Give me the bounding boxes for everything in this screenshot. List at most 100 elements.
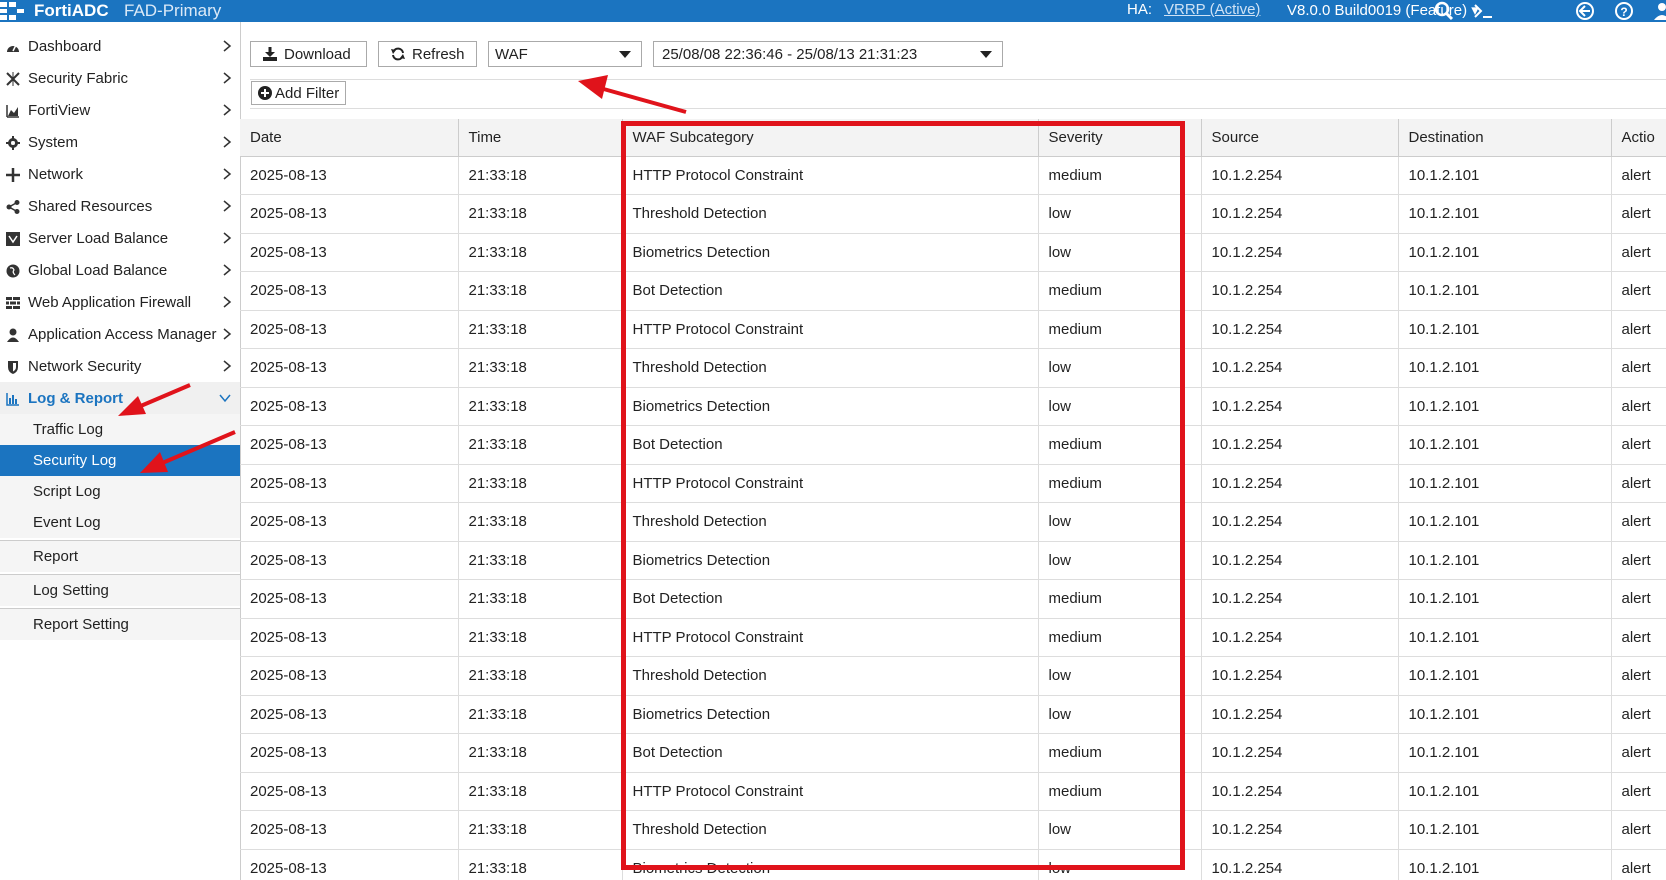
time-range-select[interactable]: 25/08/08 22:36:46 - 25/08/13 21:31:23 xyxy=(653,41,1003,67)
user-icon[interactable] xyxy=(1652,1,1666,21)
action-cell: alert xyxy=(1611,233,1666,272)
sidebar-item-fortiview[interactable]: FortiView xyxy=(0,94,240,126)
table-row[interactable]: 2025-08-13 21:33:18 Biometrics Detection lo… xyxy=(240,541,1666,580)
severity-cell: low xyxy=(1038,695,1202,734)
destination-cell: 10.1.2.101 xyxy=(1398,579,1612,619)
sidebar-item-web-application-firewall[interactable]: Web Application Firewall xyxy=(0,286,240,318)
date-cell: 2025-08-13 xyxy=(240,502,459,542)
sidebar-subitem-report-setting[interactable]: Report Setting xyxy=(0,608,240,640)
table-row[interactable]: 2025-08-13 21:33:18 Threshold Detection low… xyxy=(240,810,1666,850)
action-cell: alert xyxy=(1611,579,1666,619)
sidebar-item-global-load-balance[interactable]: Global Load Balance xyxy=(0,254,240,286)
table-row[interactable]: 2025-08-13 21:33:18 Threshold Detection low… xyxy=(240,656,1666,696)
table-row[interactable]: 2025-08-13 21:33:18 Biometrics Detection lo… xyxy=(240,387,1666,426)
sidebar-item-label: Dashboard xyxy=(28,38,102,55)
column-header-waf-subcategory[interactable]: WAF Subcategory xyxy=(622,119,1039,157)
sidebar-subitem-script-log[interactable]: Script Log xyxy=(0,476,240,507)
column-header-severity[interactable]: Severity xyxy=(1038,119,1202,157)
sidebar-item-application-access-manager[interactable]: Application Access Manager xyxy=(0,318,240,350)
sidebar-item-server-load-balance[interactable]: Server Load Balance xyxy=(0,222,240,254)
cli-console-icon[interactable] xyxy=(1473,1,1493,21)
column-header-action[interactable]: Actio xyxy=(1611,119,1666,157)
table-row[interactable]: 2025-08-13 21:33:18 Bot Detection medium 10.… xyxy=(240,733,1666,773)
security-log-table: Date Time WAF Subcategory Severity Sourc… xyxy=(240,119,1666,880)
sidebar-subitem-report[interactable]: Report xyxy=(0,540,240,572)
waf-subcategory-cell: HTTP Protocol Constraint xyxy=(622,464,1039,503)
destination-cell: 10.1.2.101 xyxy=(1398,194,1612,234)
sidebar-subitem-traffic-log[interactable]: Traffic Log xyxy=(0,414,240,445)
table-row[interactable]: 2025-08-13 21:33:18 Biometrics Detection lo… xyxy=(240,695,1666,734)
time-cell: 21:33:18 xyxy=(458,849,623,880)
severity-cell: low xyxy=(1038,656,1202,696)
column-header-date[interactable]: Date xyxy=(240,119,459,157)
ha-status-link[interactable]: VRRP (Active) xyxy=(1164,1,1260,18)
date-cell: 2025-08-13 xyxy=(240,810,459,850)
severity-cell: medium xyxy=(1038,618,1202,657)
log-type-select[interactable]: WAF xyxy=(488,41,642,67)
sidebar-item-network[interactable]: Network xyxy=(0,158,240,190)
help-icon[interactable]: ? xyxy=(1614,1,1634,21)
fortinet-logo-icon xyxy=(0,2,24,20)
column-header-time[interactable]: Time xyxy=(458,119,623,157)
table-row[interactable]: 2025-08-13 21:33:18 HTTP Protocol Constrai… xyxy=(240,310,1666,349)
time-cell: 21:33:18 xyxy=(458,271,623,311)
table-row[interactable]: 2025-08-13 21:33:18 HTTP Protocol Constrai… xyxy=(240,156,1666,195)
table-row[interactable]: 2025-08-13 21:33:18 Biometrics Detection lo… xyxy=(240,233,1666,272)
sidebar-subitem-security-log[interactable]: Security Log xyxy=(0,445,240,476)
back-icon[interactable] xyxy=(1575,1,1595,21)
chevron-right-icon xyxy=(223,136,232,148)
fortiview-icon xyxy=(6,105,19,118)
destination-cell: 10.1.2.101 xyxy=(1398,656,1612,696)
add-filter-button[interactable]: Add Filter xyxy=(251,81,346,105)
server-lb-icon xyxy=(6,232,20,246)
waf-subcategory-cell: Bot Detection xyxy=(622,579,1039,619)
caret-down-icon xyxy=(980,51,992,58)
chevron-right-icon xyxy=(223,232,232,244)
action-cell: alert xyxy=(1611,464,1666,503)
date-cell: 2025-08-13 xyxy=(240,233,459,272)
column-header-source[interactable]: Source xyxy=(1201,119,1399,157)
table-row[interactable]: 2025-08-13 21:33:18 HTTP Protocol Constrai… xyxy=(240,618,1666,657)
time-cell: 21:33:18 xyxy=(458,618,623,657)
sidebar-item-log-report[interactable]: Log & Report xyxy=(0,382,240,414)
refresh-label: Refresh xyxy=(412,46,465,63)
sidebar-item-shared-resources[interactable]: Shared Resources xyxy=(0,190,240,222)
table-row[interactable]: 2025-08-13 21:33:18 Bot Detection medium 10.… xyxy=(240,579,1666,619)
sidebar-item-system[interactable]: System xyxy=(0,126,240,158)
download-icon xyxy=(263,47,277,61)
source-cell: 10.1.2.254 xyxy=(1201,156,1399,195)
table-row[interactable]: 2025-08-13 21:33:18 Biometrics Detection lo… xyxy=(240,849,1666,880)
severity-cell: medium xyxy=(1038,156,1202,195)
date-cell: 2025-08-13 xyxy=(240,387,459,426)
table-row[interactable]: 2025-08-13 21:33:18 Bot Detection medium 10.… xyxy=(240,271,1666,311)
source-cell: 10.1.2.254 xyxy=(1201,656,1399,696)
destination-cell: 10.1.2.101 xyxy=(1398,310,1612,349)
column-header-destination[interactable]: Destination xyxy=(1398,119,1612,157)
table-row[interactable]: 2025-08-13 21:33:18 Threshold Detection low… xyxy=(240,348,1666,388)
gear-icon xyxy=(6,136,20,150)
sidebar-item-security-fabric[interactable]: Security Fabric xyxy=(0,62,240,94)
waf-subcategory-cell: Biometrics Detection xyxy=(622,541,1039,580)
download-button[interactable]: Download xyxy=(250,41,367,67)
source-cell: 10.1.2.254 xyxy=(1201,425,1399,465)
source-cell: 10.1.2.254 xyxy=(1201,541,1399,580)
search-icon[interactable] xyxy=(1434,1,1454,21)
sidebar-subitem-event-log[interactable]: Event Log xyxy=(0,507,240,538)
time-cell: 21:33:18 xyxy=(458,310,623,349)
sidebar-subitem-log-setting[interactable]: Log Setting xyxy=(0,574,240,606)
sidebar-item-network-security[interactable]: Network Security xyxy=(0,350,240,382)
table-row[interactable]: 2025-08-13 21:33:18 Threshold Detection low… xyxy=(240,194,1666,234)
table-row[interactable]: 2025-08-13 21:33:18 Bot Detection medium 10.… xyxy=(240,425,1666,465)
sidebar-item-label: Security Fabric xyxy=(28,70,129,87)
table-row[interactable]: 2025-08-13 21:33:18 HTTP Protocol Constrai… xyxy=(240,464,1666,503)
date-cell: 2025-08-13 xyxy=(240,695,459,734)
refresh-button[interactable]: Refresh xyxy=(378,41,477,67)
action-cell: alert xyxy=(1611,271,1666,311)
table-row[interactable]: 2025-08-13 21:33:18 HTTP Protocol Constrai… xyxy=(240,772,1666,811)
sidebar-item-dashboard[interactable]: Dashboard xyxy=(0,30,240,62)
table-row[interactable]: 2025-08-13 21:33:18 Threshold Detection low… xyxy=(240,502,1666,542)
action-cell: alert xyxy=(1611,618,1666,657)
sidebar-subitem-label: Report Setting xyxy=(33,616,129,633)
action-cell: alert xyxy=(1611,194,1666,234)
waf-subcategory-cell: Threshold Detection xyxy=(622,348,1039,388)
